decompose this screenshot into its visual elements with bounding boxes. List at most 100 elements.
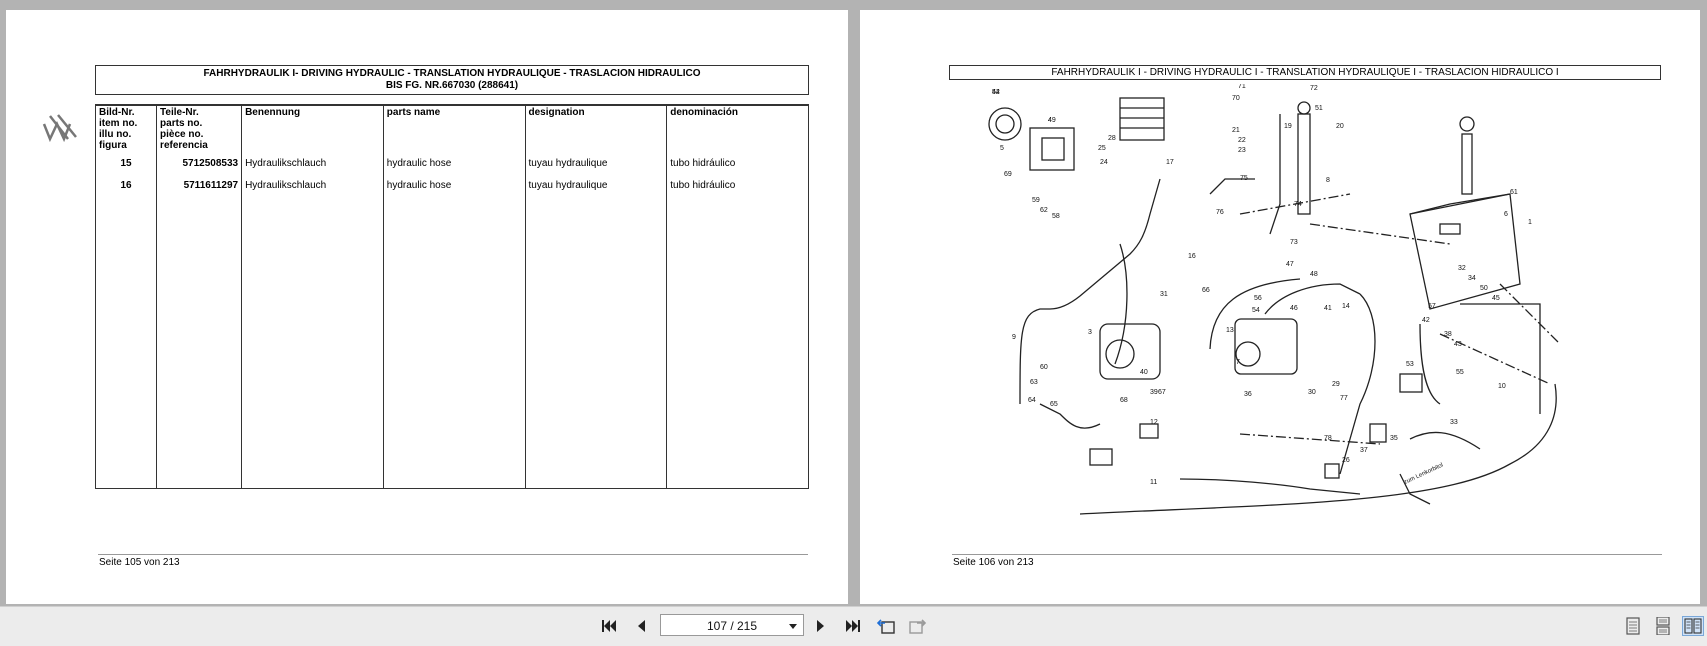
diagram-callout: 30: [1308, 389, 1316, 396]
diagram-callout: 55: [1456, 369, 1464, 376]
single-page-view-icon: [1626, 617, 1640, 635]
diagram-callout: 9: [1012, 334, 1016, 341]
diagram-callout: 7: [1236, 359, 1240, 366]
left-pdf-page: FAHRHYDRAULIK I- DRIVING HYDRAULIC - TRA…: [6, 10, 848, 604]
diagram-callout: 19: [1284, 123, 1292, 130]
table-row: 16 5711611297 Hydraulikschlauch hydrauli…: [94, 174, 809, 196]
diagram-callout: 48: [1310, 271, 1318, 278]
single-page-view-button[interactable]: [1622, 616, 1644, 636]
row-name-en: hydraulic hose: [382, 174, 526, 196]
diagram-callout: 57: [1428, 303, 1436, 310]
diagram-callout: 6: [1504, 211, 1508, 218]
diagram-callout: 50: [1480, 285, 1488, 292]
diagram-callout: 59: [1032, 197, 1040, 204]
diagram-callout: 34: [1468, 275, 1476, 282]
diagram-callout: 53: [1406, 361, 1414, 368]
go-back-button[interactable]: [875, 616, 897, 636]
diagram-callout: 76: [1216, 209, 1224, 216]
page-number-input[interactable]: 107 / 215: [660, 614, 804, 636]
diagram-callout: 74: [1294, 201, 1302, 208]
next-page-icon: [817, 620, 824, 632]
diagram-callout: 64: [1028, 397, 1036, 404]
diagram-callout: 40: [1140, 369, 1148, 376]
diagram-callout: 24: [1100, 159, 1108, 166]
hydraulic-diagram: 524569596258282524 1716663139606364656840…: [988, 84, 1561, 515]
diagram-callout: 38: [1444, 331, 1452, 338]
row-name-es: tubo hidráulico: [666, 174, 809, 196]
diagram-callout: 16: [1188, 253, 1196, 260]
last-page-icon: [846, 620, 860, 632]
diagram-callout: 31: [1160, 291, 1168, 298]
diagram-callout: 13: [1226, 327, 1234, 334]
prev-page-button[interactable]: [630, 616, 652, 636]
diagram-callout: 26: [1342, 457, 1350, 464]
diagram-callout: 51: [1315, 105, 1323, 112]
prev-page-icon: [638, 620, 645, 632]
left-footer-rule: [98, 554, 808, 555]
next-page-button[interactable]: [810, 616, 832, 636]
diagram-callout: 49: [1048, 117, 1056, 124]
diagram-callout: 54: [1252, 307, 1260, 314]
chevron-down-icon[interactable]: [789, 624, 797, 629]
left-header-line2: BIS FG. NR.667030 (288641): [385, 80, 519, 91]
diagram-callout: 12: [1150, 419, 1158, 426]
col-denominacion: denominación: [666, 104, 809, 152]
diagram-note: zum Lenkorbitol: [1403, 462, 1444, 485]
diagram-callout: 42: [1422, 317, 1430, 324]
diagram-callout: 22: [1238, 137, 1246, 144]
diagram-callout: 61: [1510, 189, 1518, 196]
continuous-view-button[interactable]: [1652, 616, 1674, 636]
go-forward-icon: [909, 619, 927, 634]
diagram-callout: 21: [1232, 127, 1240, 134]
diagram-callout: 62: [1040, 207, 1048, 214]
diagram-callout: 60: [1040, 364, 1048, 371]
go-forward-button[interactable]: [907, 616, 929, 636]
row-part-no: 5712508533: [156, 152, 243, 174]
diagram-callout: 14: [1342, 303, 1350, 310]
diagram-callout: 45: [1492, 295, 1500, 302]
col-benennung: Benennung: [241, 104, 384, 152]
diagram-callout: 78: [1324, 435, 1332, 442]
diagram-callout: 67: [1158, 389, 1166, 396]
diagram-callout: 77: [1340, 395, 1348, 402]
diagram-callout: 44: [992, 89, 1000, 96]
diagram-callout: 3: [1088, 329, 1092, 336]
diagram-callout: 28: [1108, 135, 1116, 142]
diagram-callout: 69: [1004, 171, 1012, 178]
table-empty-space: [94, 196, 809, 489]
right-page-footer: Seite 106 von 213: [953, 557, 1034, 568]
table-row: 15 5712508533 Hydraulikschlauch hydrauli…: [94, 152, 809, 174]
row-part-no: 5711611297: [156, 174, 243, 196]
diagram-callout: 56: [1254, 295, 1262, 302]
row-name-fr: tuyau hydraulique: [524, 152, 668, 174]
row-name-en: hydraulic hose: [382, 152, 526, 174]
facing-pages-view-button[interactable]: [1682, 616, 1704, 636]
last-page-button[interactable]: [842, 616, 864, 636]
diagram-callout: 23: [1238, 147, 1246, 154]
row-name-es: tubo hidráulico: [666, 152, 809, 174]
diagram-callout: 10: [1498, 383, 1506, 390]
diagram-callout: 39: [1150, 389, 1158, 396]
first-page-button[interactable]: [598, 616, 620, 636]
parts-table-header: Bild-Nr. item no. illu no. figura Teile-Nr.…: [94, 104, 809, 152]
diagram-callout: 66: [1202, 287, 1210, 294]
diagram-callout: 47: [1286, 261, 1294, 268]
parts-table: Bild-Nr. item no. illu no. figura Teile-Nr.…: [94, 104, 809, 489]
diagram-callout: 43: [1454, 341, 1462, 348]
diagram-callout: 70: [1232, 95, 1240, 102]
first-page-icon: [602, 620, 616, 632]
diagram-callout: 8: [1326, 177, 1330, 184]
left-page-header: FAHRHYDRAULIK I- DRIVING HYDRAULIC - TRA…: [95, 65, 809, 95]
diagram-callout: 41: [1324, 305, 1332, 312]
diagram-callout: 25: [1098, 145, 1106, 152]
diagram-callout: 20: [1336, 123, 1344, 130]
diagram-callout: 36: [1244, 391, 1252, 398]
col-parts-name: parts name: [382, 104, 526, 152]
diagram-callout: 75: [1240, 175, 1248, 182]
right-page-header: FAHRHYDRAULIK I - DRIVING HYDRAULIC I - …: [949, 65, 1661, 80]
diagram-callout: 29: [1332, 381, 1340, 388]
diagram-callout: 37: [1360, 447, 1368, 454]
diagram-callout: 58: [1052, 213, 1060, 220]
page-indicator-text: 107 / 215: [706, 619, 758, 633]
diagram-callout: 72: [1310, 85, 1318, 92]
